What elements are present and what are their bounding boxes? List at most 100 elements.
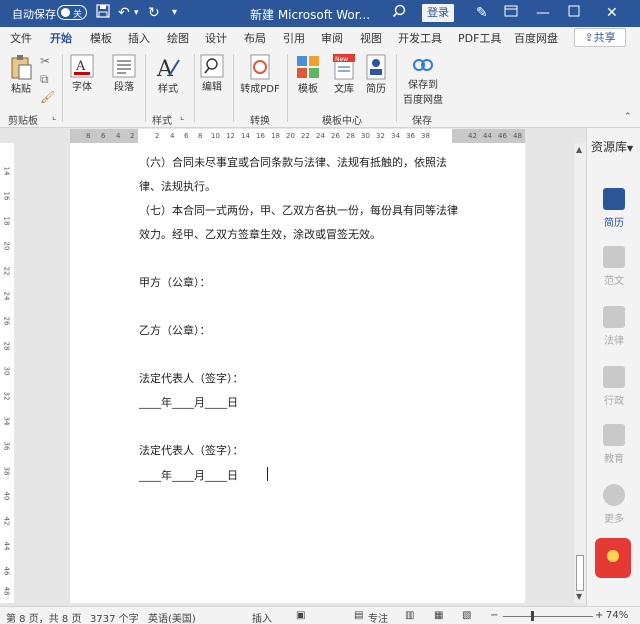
language[interactable]: 英语(美国) (148, 610, 196, 624)
horizontal-ruler[interactable]: 8 6 4 2 2 4 6 8 10 12 14 16 18 20 22 24 … (70, 129, 525, 143)
tab-view[interactable]: 视图 (360, 30, 382, 46)
ruler-tick: 46 (2, 566, 11, 576)
paragraph-line: 效力。经甲、乙双方签章生效，涂改或冒签无效。 (139, 228, 381, 241)
tab-draw[interactable]: 绘图 (167, 30, 189, 46)
sidepanel-item-admin[interactable]: 行政 (587, 366, 640, 407)
search-icon[interactable] (392, 4, 406, 23)
library-button[interactable]: New 文库 (330, 54, 358, 95)
zoom-slider[interactable] (503, 616, 593, 617)
maximize-icon[interactable] (568, 4, 580, 22)
paragraph-icon (112, 54, 136, 78)
focus-icon[interactable]: ▤ (354, 610, 363, 621)
word-count[interactable]: 3737 个字 (90, 610, 139, 624)
minimize-icon[interactable]: — (536, 4, 550, 22)
sidepanel-item-education[interactable]: 教育 (587, 424, 640, 465)
zoom-level[interactable]: 74% (606, 610, 628, 621)
tab-home[interactable]: 开始 (50, 30, 72, 50)
read-mode-icon[interactable]: ▥ (405, 610, 414, 621)
insert-mode[interactable]: 插入 (252, 610, 272, 624)
sidepanel-item-resume[interactable]: 简历 (587, 188, 640, 229)
save-icon[interactable] (96, 4, 110, 23)
clipboard-group-label: 剪贴板 (8, 116, 38, 127)
tab-templates[interactable]: 模板 (90, 30, 112, 46)
share-icon: ⇪ (584, 31, 594, 44)
web-layout-icon[interactable]: ▧ (462, 610, 471, 621)
tab-design[interactable]: 设计 (205, 30, 227, 46)
sidepanel-item-label: 行政 (604, 396, 624, 407)
resume-button[interactable]: 简历 (362, 54, 390, 95)
more-icon (603, 484, 625, 506)
ruler-tick: 12 (226, 132, 235, 140)
share-button[interactable]: ⇪共享 (574, 28, 626, 47)
page-count[interactable]: 第 8 页，共 8 页 (6, 610, 81, 624)
ribbon-display-icon[interactable] (504, 4, 518, 23)
ruler-tick: 6 (101, 132, 106, 140)
focus-mode[interactable]: 专注 (368, 610, 388, 624)
save-to-baidu-label-2: 百度网盘 (403, 95, 443, 106)
template-button[interactable]: 模板 (294, 54, 322, 95)
paragraph-button[interactable]: 段落 (110, 54, 138, 93)
ruler-tick: 6 (184, 132, 189, 140)
tab-review[interactable]: 审阅 (321, 30, 343, 46)
convert-to-pdf-button[interactable]: 转成PDF (238, 54, 282, 95)
undo-dropdown-icon[interactable]: ▾ (134, 4, 139, 22)
ruler-tick: 24 (2, 291, 11, 301)
document-scrollbar[interactable]: ▲ ▼ (574, 143, 586, 603)
paste-label: 粘贴 (11, 84, 31, 95)
tab-file[interactable]: 文件 (10, 30, 32, 46)
edit-label: 编辑 (202, 82, 222, 93)
ruler-tick: 46 (498, 132, 507, 140)
tab-developer[interactable]: 开发工具 (398, 30, 442, 46)
ruler-tick: 30 (361, 132, 370, 140)
customize-toolbar-icon[interactable]: ▾ (172, 4, 177, 22)
clipboard-launcher-icon[interactable]: ⌞ (52, 112, 56, 122)
resource-library-title[interactable]: 资源库▼ (591, 138, 633, 155)
paragraph-line: 律、法规执行。 (139, 180, 216, 193)
tab-baidu-netdisk[interactable]: 百度网盘 (514, 30, 558, 46)
vertical-ruler[interactable]: 14 16 18 20 22 24 26 28 30 32 34 36 38 4… (0, 143, 14, 603)
sidepanel-item-more[interactable]: 更多 (587, 484, 640, 525)
ruler-tick: 42 (468, 132, 477, 140)
paste-button[interactable]: 粘贴 (8, 54, 34, 95)
ruler-tick: 2 (155, 132, 160, 140)
font-button[interactable]: A 字体 (68, 54, 96, 93)
paste-icon (11, 55, 32, 80)
close-icon[interactable]: ✕ (606, 4, 618, 22)
separator (287, 54, 288, 122)
share-label: 共享 (593, 31, 616, 44)
macro-record-icon[interactable]: ▣ (296, 610, 305, 621)
ruler-tick: 32 (376, 132, 385, 140)
template-icon (297, 56, 319, 78)
save-to-baidu-button[interactable]: 保存到 百度网盘 (402, 54, 444, 106)
zoom-slider-thumb[interactable] (531, 611, 534, 621)
document-page[interactable]: （六）合同未尽事宜或合同条款与法律、法规有抵触的，依照法 律、法规执行。 （七）… (70, 143, 525, 603)
undo-icon[interactable]: ↶ (118, 4, 130, 22)
education-icon (603, 424, 625, 446)
scroll-down-icon[interactable]: ▼ (576, 592, 582, 601)
styles-launcher-icon[interactable]: ⌞ (180, 112, 184, 122)
print-layout-icon[interactable]: ▦ (434, 610, 443, 621)
zoom-out-icon[interactable]: − (490, 610, 498, 621)
red-packet-icon[interactable] (595, 538, 631, 578)
ruler-tick: 28 (2, 341, 11, 351)
scroll-up-icon[interactable]: ▲ (576, 145, 582, 154)
styles-button[interactable]: A 样式 (152, 54, 184, 95)
cut-icon[interactable]: ✂ (40, 52, 50, 70)
login-button[interactable]: 登录 (422, 4, 454, 22)
redo-icon[interactable]: ↻ (148, 4, 160, 22)
scrollbar-thumb[interactable] (576, 555, 584, 591)
tab-insert[interactable]: 插入 (128, 30, 150, 46)
zoom-in-icon[interactable]: + (595, 610, 603, 621)
ribbon: 粘贴 ✂ ⧉ 🖌 剪贴板 ⌞ A 字体 段落 A 样式 样式 ⌞ 编辑 转成PD… (0, 48, 640, 128)
collapse-ribbon-icon[interactable]: ⌃ (624, 112, 632, 122)
sidepanel-item-law[interactable]: 法律 (587, 306, 640, 347)
edit-button[interactable]: 编辑 (198, 54, 226, 93)
format-painter-icon[interactable]: 🖌 (40, 88, 55, 106)
pen-icon[interactable]: ✎ (476, 4, 488, 22)
tab-pdf-tools[interactable]: PDF工具 (458, 30, 501, 46)
autosave-toggle[interactable]: 关 (57, 5, 87, 20)
tab-references[interactable]: 引用 (283, 30, 305, 46)
sidepanel-item-sample-essay[interactable]: 范文 (587, 246, 640, 287)
copy-icon[interactable]: ⧉ (40, 70, 49, 88)
tab-layout[interactable]: 布局 (244, 30, 266, 46)
